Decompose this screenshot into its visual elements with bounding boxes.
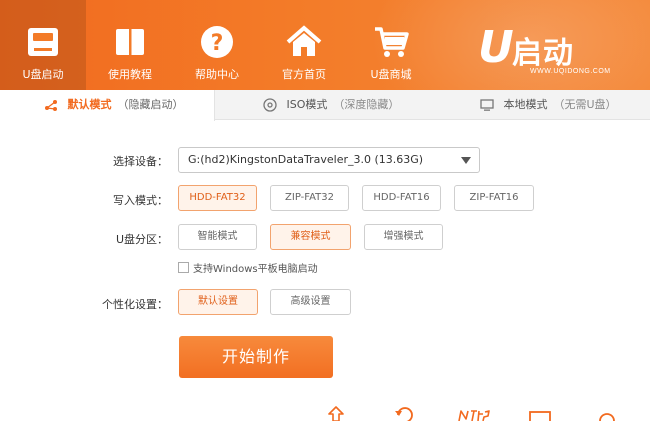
tab-default-mode[interactable]: 默认模式 （隐藏启动） (0, 90, 215, 121)
write-mode-zip-fat16[interactable]: ZIP-FAT16 (454, 185, 534, 211)
partition-smart[interactable]: 智能模式 (178, 224, 257, 250)
nav-usb-mall[interactable]: U盘商城 (348, 0, 434, 90)
nav-official-home[interactable]: 官方首页 (261, 0, 347, 90)
top-header: U盘启动 使用教程 ? 帮助中心 官方首页 U盘商城 U 启动 WWW.UQID… (0, 0, 650, 90)
brand-logo-name: 启动 (512, 36, 574, 71)
nav-help-center[interactable]: ? 帮助中心 (174, 0, 260, 90)
nav-usb-boot-label: U盘启动 (22, 68, 64, 81)
chevron-down-icon[interactable] (461, 157, 471, 164)
search-icon[interactable] (596, 405, 620, 421)
display-icon[interactable] (528, 405, 552, 421)
nav-tutorial[interactable]: 使用教程 (87, 0, 173, 90)
write-mode-label: 写入模式： (113, 194, 168, 207)
help-icon: ? (201, 26, 233, 58)
personalization-label: 个性化设置： (102, 298, 168, 311)
usb-drive-icon (28, 28, 58, 56)
brand-logo: U 启动 WWW.UQIDONG.COM (478, 22, 638, 78)
brand-logo-letter: U (478, 22, 514, 73)
tab-local-mode-label: 本地模式 (503, 98, 548, 111)
tab-local-mode-sub: （无需U盘） (553, 98, 617, 111)
tab-iso-mode[interactable]: ISO模式 （深度隐藏） (263, 90, 399, 120)
write-mode-zip-fat32[interactable]: ZIP-FAT32 (270, 185, 349, 211)
nav-tutorial-label: 使用教程 (108, 68, 152, 81)
nav-usb-boot[interactable]: U盘启动 (0, 0, 86, 90)
cart-icon (375, 27, 409, 57)
nav-usb-mall-label: U盘商城 (370, 68, 412, 81)
refresh-icon[interactable] (392, 405, 416, 421)
write-mode-hdd-fat32[interactable]: HDD-FAT32 (178, 185, 257, 211)
home-icon (286, 25, 322, 56)
personal-advanced[interactable]: 高级设置 (270, 289, 351, 315)
write-mode-hdd-fat16[interactable]: HDD-FAT16 (362, 185, 441, 211)
tab-iso-mode-label: ISO模式 (286, 98, 328, 111)
tab-default-mode-sub: （隐藏启动） (117, 98, 184, 111)
nav-help-center-label: 帮助中心 (195, 68, 239, 81)
disc-icon (263, 98, 277, 112)
tab-default-mode-label: 默认模式 (67, 98, 112, 111)
tablet-boot-checkbox-label: 支持Windows平板电脑启动 (193, 264, 318, 275)
brand-url: WWW.UQIDONG.COM (530, 68, 611, 75)
tab-local-mode[interactable]: 本地模式 （无需U盘） (480, 90, 617, 120)
partition-label: U盘分区： (115, 233, 168, 246)
mode-tabs: 默认模式 （隐藏启动） ISO模式 （深度隐藏） 本地模式 （无需U盘） (0, 90, 650, 121)
tablet-boot-checkbox[interactable]: 支持Windows平板电脑启动 (178, 260, 318, 275)
device-select[interactable]: G:(hd2)KingstonDataTraveler_3.0 (13.63G) (178, 147, 480, 173)
personal-default[interactable]: 默认设置 (178, 289, 258, 315)
tab-iso-mode-sub: （深度隐藏） (333, 98, 400, 111)
monitor-icon (480, 99, 494, 111)
device-select-value: G:(hd2)KingstonDataTraveler_3.0 (13.63G) (188, 153, 424, 166)
partition-enhanced[interactable]: 增强模式 (364, 224, 443, 250)
svg-text:?: ? (211, 31, 224, 56)
partition-compatible[interactable]: 兼容模式 (270, 224, 351, 250)
start-button[interactable]: 开始制作 (179, 336, 333, 378)
share-nodes-icon (45, 100, 57, 111)
book-icon (116, 29, 144, 55)
nav-official-home-label: 官方首页 (282, 68, 326, 81)
ntfs-icon[interactable] (456, 405, 490, 421)
device-label: 选择设备： (113, 155, 168, 168)
checkbox-box[interactable] (178, 262, 189, 273)
upload-icon[interactable] (324, 405, 348, 421)
